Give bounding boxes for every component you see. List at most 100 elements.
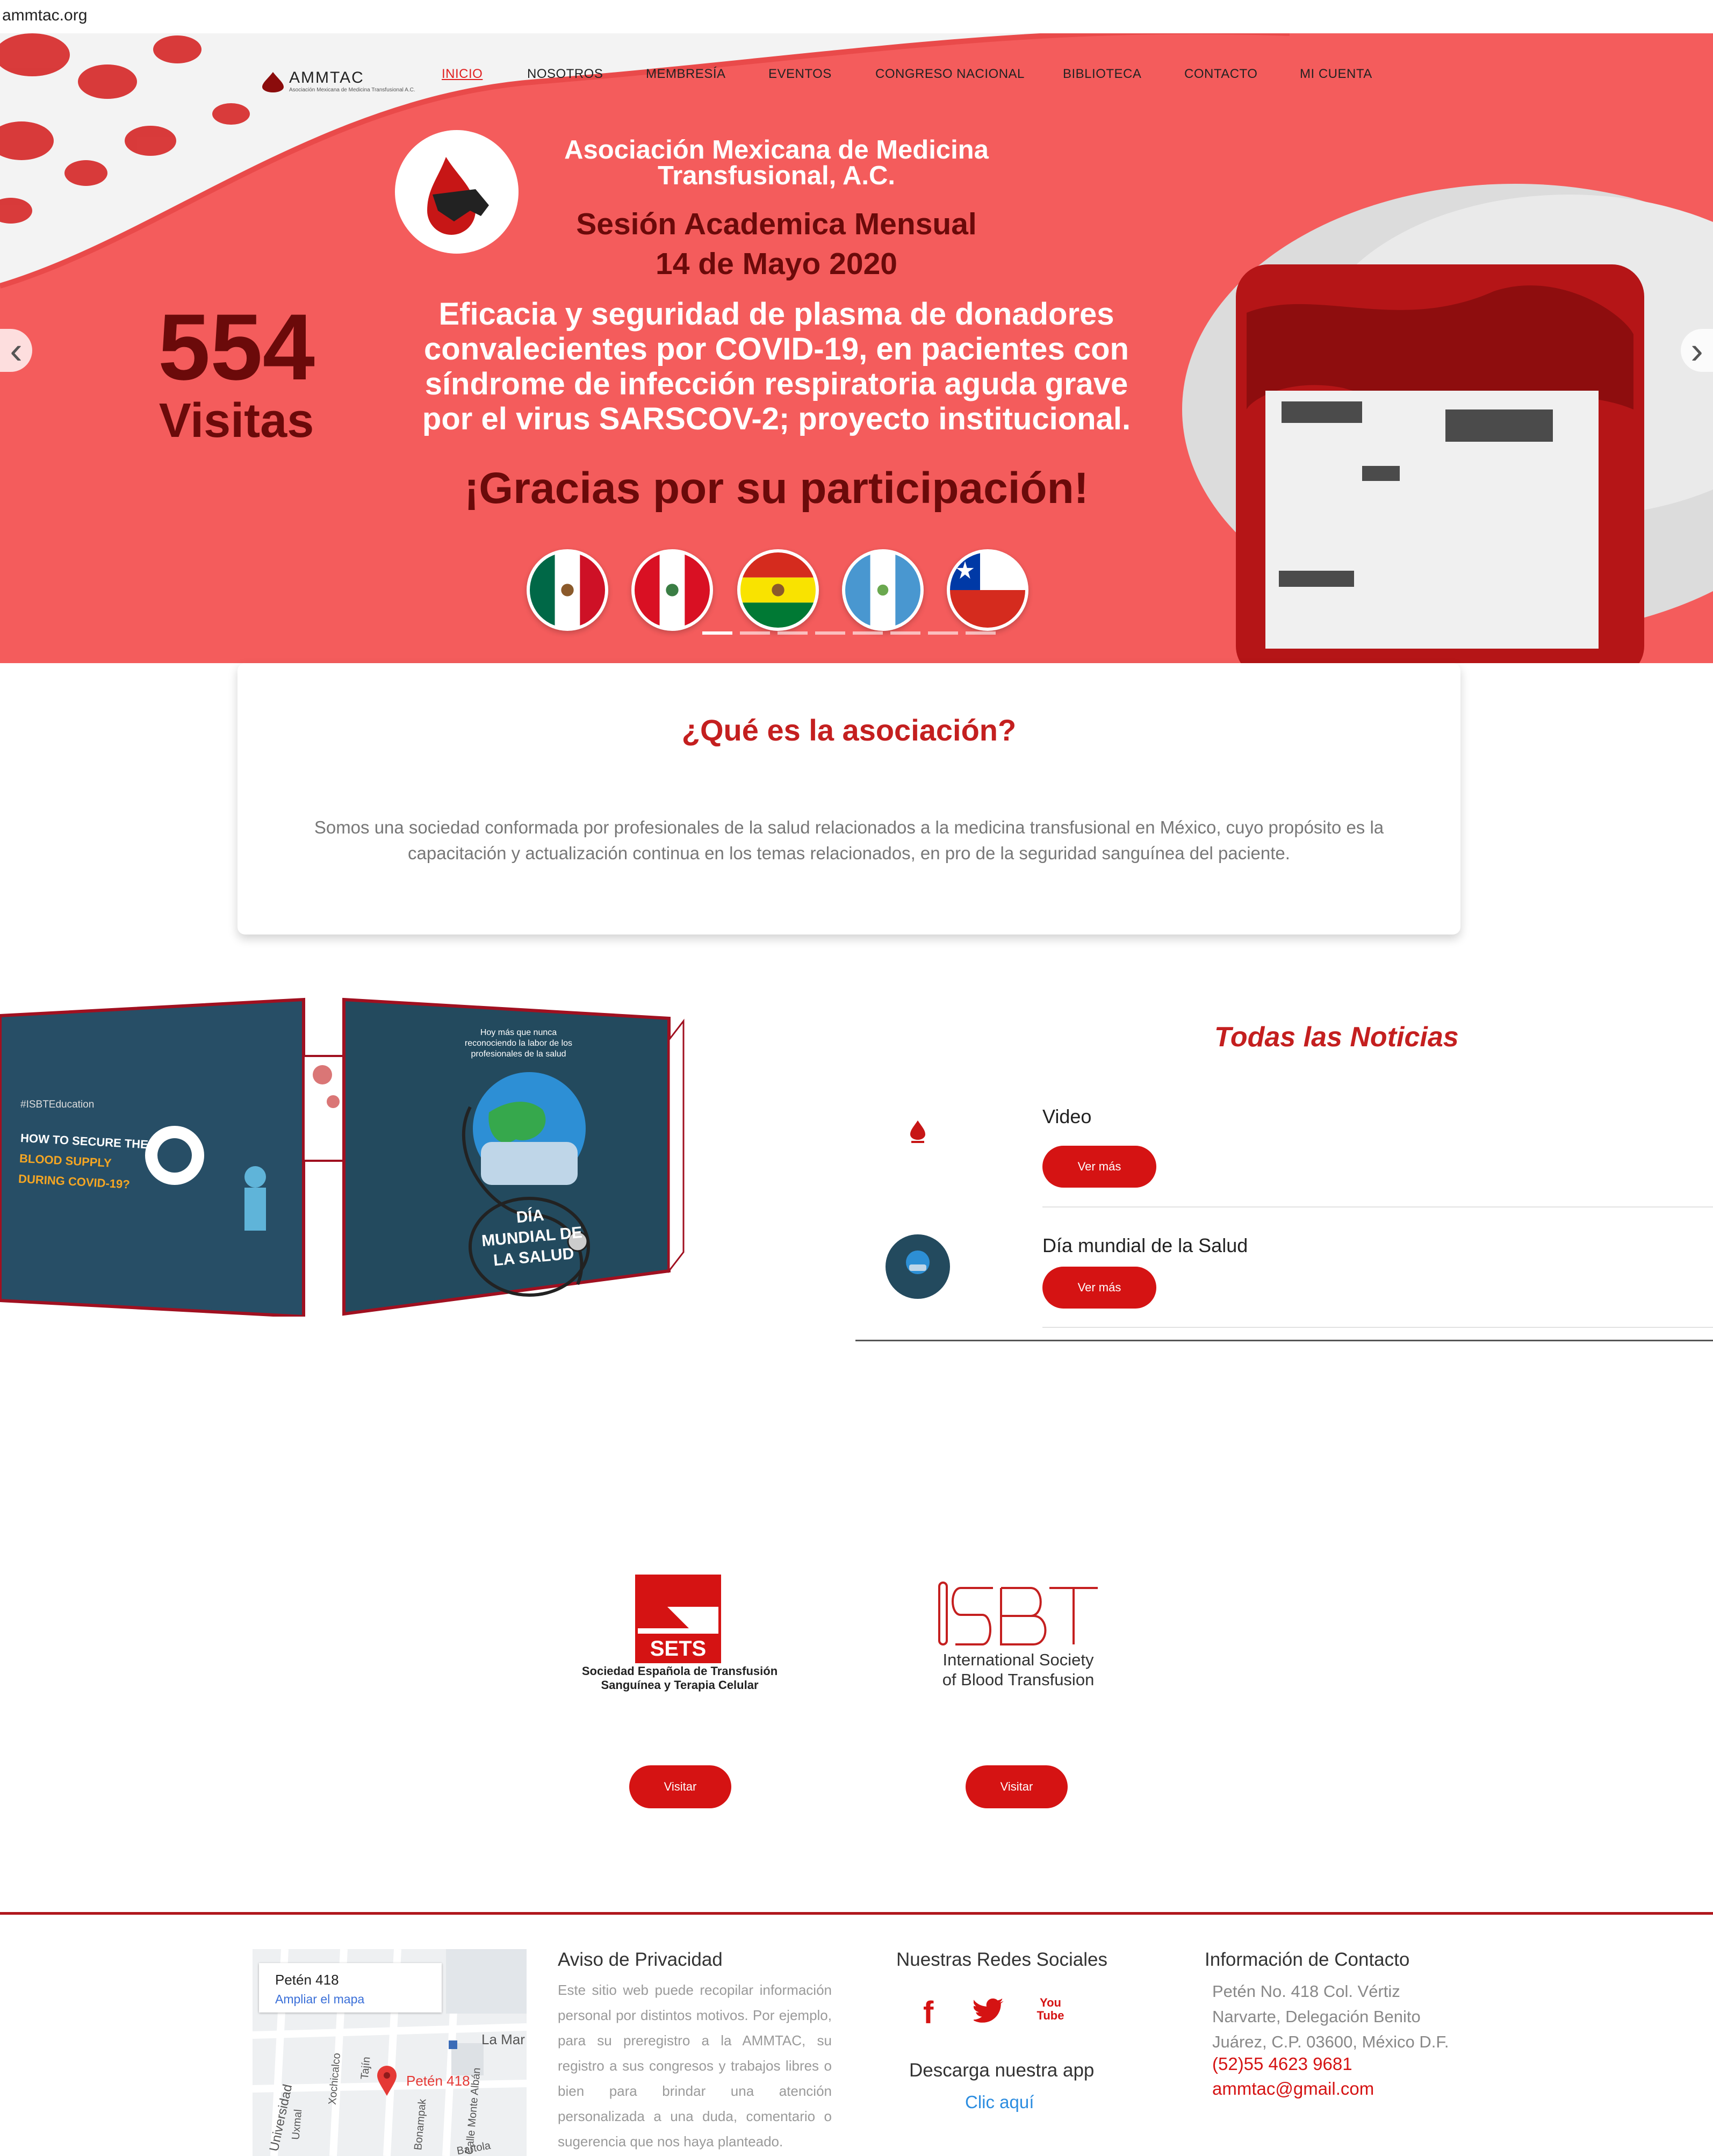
hero-org-name: Asociación Mexicana de Medicina Transfus… xyxy=(467,137,1085,189)
footer-top-rule xyxy=(0,1912,1713,1915)
visitar-sets-button[interactable]: Visitar xyxy=(629,1765,731,1808)
slider-dot[interactable] xyxy=(928,631,958,635)
contact-address-line: Narvarte, Delegación Benito xyxy=(1212,2007,1421,2026)
gallery-panel2-line: profesionales de la salud xyxy=(471,1050,566,1059)
map-street-label: Uxmal xyxy=(290,2109,305,2140)
logo-drop-icon xyxy=(262,72,284,92)
nav-eventos[interactable]: EVENTOS xyxy=(768,67,832,82)
privacy-title: Aviso de Privacidad xyxy=(558,1949,723,1970)
gallery-panel2-line: Hoy más que nunca xyxy=(480,1028,557,1037)
hero-thanks: ¡Gracias por su participación! xyxy=(464,464,1089,513)
gallery-panel2-text: Hoy más que nunca reconociendo la labor … xyxy=(446,1027,591,1060)
hero-topic-line: síndrome de infección respiratoria aguda… xyxy=(424,366,1128,401)
visits-count: 554 xyxy=(158,295,315,400)
blood-bag-image xyxy=(1236,264,1644,663)
hero-topic: Eficacia y seguridad de plasma de donado… xyxy=(398,297,1155,436)
nav-congreso-nacional[interactable]: CONGRESO NACIONAL xyxy=(875,67,1025,82)
url-text: ammtac.org xyxy=(2,6,88,24)
map-street-label: La Mar xyxy=(481,2031,525,2047)
news-heading: Todas las Noticias xyxy=(1214,1022,1459,1053)
nav-biblioteca[interactable]: BIBLIOTECA xyxy=(1063,67,1141,82)
hero-slider: AMMTAC Asociación Mexicana de Medicina T… xyxy=(0,33,1713,663)
nav-inicio[interactable]: INICIO xyxy=(442,67,483,82)
contact-address-line: Petén No. 418 Col. Vértiz xyxy=(1212,1982,1400,2001)
guatemala-flag xyxy=(842,549,924,631)
mexico-flag xyxy=(527,549,608,631)
sets-logo-text: SETS xyxy=(650,1637,707,1661)
logo-subtitle: Asociación Mexicana de Medicina Transfus… xyxy=(289,87,415,93)
social-title: Nuestras Redes Sociales xyxy=(896,1949,1107,1970)
news-bottom-rule xyxy=(855,1340,1713,1341)
gallery-panel2-title: DÍA MUNDIAL DE LA SALUD xyxy=(460,1201,604,1274)
about-body: Somos una sociedad conformada por profes… xyxy=(314,817,1384,863)
sets-caption-line: Sociedad Española de Transfusión xyxy=(581,1664,778,1678)
peru-flag xyxy=(631,549,713,631)
isbt-logo[interactable] xyxy=(934,1577,1100,1652)
map-info-box: Petén 418 Ampliar el mapa xyxy=(259,1963,442,2013)
slider-dot[interactable] xyxy=(778,631,808,635)
privacy-text: Este sitio web puede recopilar informaci… xyxy=(558,1982,832,2150)
twitter-icon[interactable] xyxy=(974,1998,1005,2025)
visits-label: Visitas xyxy=(159,394,314,448)
news-thumb-salud[interactable] xyxy=(886,1234,950,1299)
hero-session: Sesión Academica Mensual 14 de Mayo 2020 xyxy=(467,204,1085,284)
ammtac-logo[interactable]: AMMTAC Asociación Mexicana de Medicina T… xyxy=(257,68,415,96)
map-street-label: Tajín xyxy=(358,2056,373,2080)
gallery-panel1-tag: #ISBTEducation xyxy=(20,1099,95,1110)
privacy-text-box: Este sitio web puede recopilar informaci… xyxy=(558,1978,832,2156)
app-title: Descarga nuestra app xyxy=(909,2060,1095,2081)
hero-session-date: 14 de Mayo 2020 xyxy=(656,247,897,281)
slider-dot[interactable] xyxy=(702,631,732,635)
news-divider xyxy=(1042,1327,1713,1328)
news-ver-mas-button[interactable]: Ver más xyxy=(1042,1146,1156,1188)
gallery-panel1-text: HOW TO SECURE THE BLOOD SUPPLY DURING CO… xyxy=(18,1128,149,1196)
isbt-caption-line: International Society xyxy=(942,1650,1094,1669)
hero-topic-line: por el virus SARSCOV-2; proyecto institu… xyxy=(422,401,1131,436)
hero-session-title: Sesión Academica Mensual xyxy=(576,207,977,241)
about-title: ¿Qué es la asociación? xyxy=(681,713,1017,747)
youtube-icon-text: You Tube xyxy=(1037,1996,1064,2022)
news-ver-mas-button[interactable]: Ver más xyxy=(1042,1267,1156,1309)
browser-address-bar[interactable]: ammtac.org xyxy=(0,0,1713,34)
app-download-link[interactable]: Clic aquí xyxy=(965,2092,1034,2112)
about-card: ¿Qué es la asociación? Somos una socieda… xyxy=(237,663,1460,935)
news-item-title[interactable]: Día mundial de la Salud xyxy=(1042,1234,1248,1257)
slider-dot[interactable] xyxy=(890,631,920,635)
youtube-icon[interactable]: You Tube xyxy=(1036,1996,1065,2028)
nav-contacto[interactable]: CONTACTO xyxy=(1184,67,1257,82)
isbt-caption-line: of Blood Transfusion xyxy=(942,1670,1095,1689)
map-enlarge-link[interactable]: Ampliar el mapa xyxy=(275,1992,364,2007)
nav-mi-cuenta[interactable]: MI CUENTA xyxy=(1300,67,1372,82)
contact-phone[interactable]: (52)55 4623 9681 xyxy=(1212,2054,1352,2074)
sets-logo[interactable]: SETS xyxy=(635,1574,722,1664)
map-pin-icon[interactable] xyxy=(376,2065,398,2097)
footer-map[interactable]: Petén 418 Ampliar el mapa La Mar Univers… xyxy=(253,1949,527,2156)
chile-flag xyxy=(947,549,1028,631)
contact-email[interactable]: ammtac@gmail.com xyxy=(1212,2079,1374,2099)
contact-address-line: Juárez, C.P. 03600, México D.F. xyxy=(1212,2032,1449,2051)
hero-org-line1: Asociación Mexicana de Medicina xyxy=(564,135,989,164)
hero-topic-line: convalecientes por COVID-19, en paciente… xyxy=(424,332,1129,366)
hero-org-line2: Transfusional, A.C. xyxy=(658,161,895,190)
contact-address: Petén No. 418 Col. Vértiz Narvarte, Dele… xyxy=(1212,1979,1449,2054)
slider-dot[interactable] xyxy=(740,631,770,635)
isbt-caption: International Society of Blood Transfusi… xyxy=(908,1650,1128,1690)
facebook-icon[interactable]: f xyxy=(923,1995,933,2031)
map-pin-label: Petén 418 xyxy=(406,2073,470,2089)
sets-caption-line: Sanguínea y Terapia Celular xyxy=(601,1678,759,1692)
news-thumb-video[interactable] xyxy=(896,1115,939,1147)
gallery-panel2-line: reconociendo la labor de los xyxy=(464,1039,573,1048)
news-divider xyxy=(1042,1206,1713,1208)
nav-membresia[interactable]: MEMBRESÍA xyxy=(646,67,726,82)
logo-text: AMMTAC xyxy=(289,69,364,87)
nav-nosotros[interactable]: NOSOTROS xyxy=(527,67,603,82)
map-place: Petén 418 xyxy=(275,1972,339,1988)
bolivia-flag xyxy=(737,549,819,631)
slider-dot[interactable] xyxy=(966,631,996,635)
sets-caption: Sociedad Española de Transfusión Sanguín… xyxy=(570,1664,790,1692)
slider-dot[interactable] xyxy=(815,631,845,635)
news-item-title[interactable]: Video xyxy=(1042,1105,1091,1128)
visitar-isbt-button[interactable]: Visitar xyxy=(966,1765,1068,1808)
hero-topic-line: Eficacia y seguridad de plasma de donado… xyxy=(438,297,1114,332)
slider-dot[interactable] xyxy=(853,631,883,635)
